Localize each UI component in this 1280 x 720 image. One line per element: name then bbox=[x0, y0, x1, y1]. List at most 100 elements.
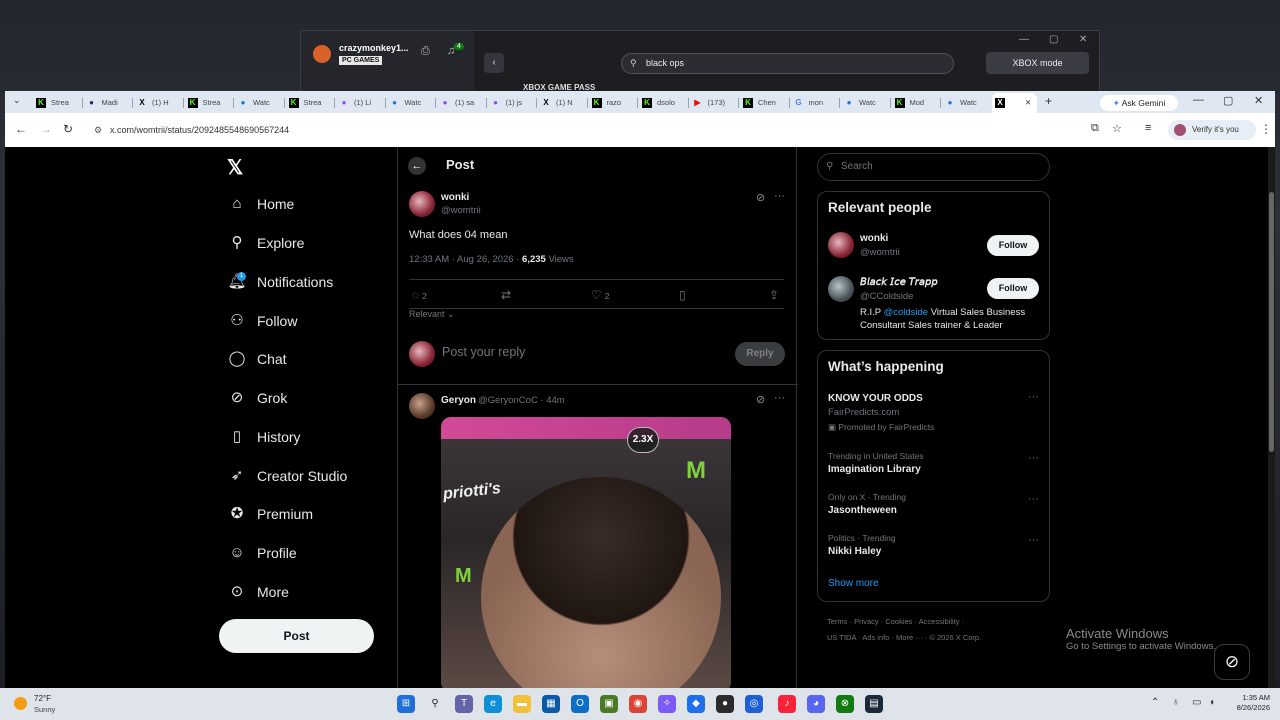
bookmark-icon[interactable]: ▯ bbox=[679, 288, 686, 302]
like-action[interactable]: ♡ 2 bbox=[591, 288, 610, 302]
footer-links[interactable]: Terms · Privacy · Cookies · Accessibilit… bbox=[827, 617, 964, 626]
more-options-icon[interactable]: ··· bbox=[1028, 391, 1039, 403]
scrollbar-thumb[interactable] bbox=[1269, 192, 1274, 452]
store-icon[interactable]: ▦ bbox=[542, 695, 560, 713]
tab-active[interactable]: X ✕ bbox=[992, 93, 1037, 113]
music-icon[interactable]: ♪ bbox=[778, 695, 796, 713]
reply-author-name[interactable]: Geryon bbox=[441, 395, 476, 406]
sidebar-search-input[interactable]: ⚲ Search bbox=[817, 153, 1050, 181]
forward-icon[interactable]: → bbox=[40, 122, 52, 136]
grok-chat-button[interactable]: ⊘ bbox=[1214, 644, 1250, 680]
cast-icon[interactable]: ⧉ bbox=[1091, 122, 1099, 135]
weather-temp[interactable]: 72°F bbox=[34, 694, 51, 703]
follow-button[interactable]: Follow bbox=[987, 278, 1039, 299]
maximize-icon[interactable]: ▢ bbox=[1223, 94, 1233, 107]
person-name[interactable]: 𝘉𝘭𝘢𝘤𝘬 𝘐𝘤𝘦 𝘛𝘳𝘢𝘱𝘱 bbox=[860, 277, 938, 288]
nav-item-follow[interactable]: ⚇ Follow bbox=[227, 308, 297, 334]
reply-action[interactable]: ◌ 2 bbox=[412, 288, 427, 302]
reply-media[interactable]: priotti's M M 2.3X bbox=[441, 417, 731, 688]
trend-topic[interactable]: Nikki Haley bbox=[828, 546, 881, 557]
teams-icon[interactable]: T bbox=[455, 695, 473, 713]
controller-icon[interactable]: ⎙ bbox=[421, 45, 430, 58]
xbox-mode-button[interactable]: XBOX mode bbox=[986, 52, 1089, 74]
site-info-icon[interactable]: ⚙ bbox=[94, 119, 102, 141]
xbox-icon[interactable]: ⊗ bbox=[836, 695, 854, 713]
minimize-icon[interactable]: — bbox=[1019, 34, 1029, 45]
network-icon[interactable]: ▭ bbox=[1192, 697, 1201, 708]
bookmark-star-icon[interactable]: ☆ bbox=[1112, 122, 1122, 135]
tab[interactable]: ● (1) sa bbox=[437, 93, 484, 113]
tab[interactable]: ● (1) Li bbox=[336, 93, 383, 113]
author-avatar[interactable] bbox=[409, 191, 435, 217]
verify-profile-button[interactable]: Verify it's you bbox=[1168, 120, 1256, 140]
x-logo-icon[interactable]: 𝕏 bbox=[227, 155, 243, 180]
back-icon[interactable]: ← bbox=[15, 122, 27, 136]
tab[interactable]: K Mod bbox=[892, 93, 939, 113]
tab[interactable]: X (1) H bbox=[134, 93, 181, 113]
nav-item-more[interactable]: ⊙ More bbox=[227, 579, 289, 605]
xbox-search-input[interactable]: ⚲ black ops bbox=[621, 53, 954, 74]
more-options-icon[interactable]: ··· bbox=[1028, 452, 1039, 464]
app-icon[interactable]: ◆ bbox=[687, 695, 705, 713]
reply-author-avatar[interactable] bbox=[409, 393, 435, 419]
grok-icon[interactable]: ⊘ bbox=[756, 393, 765, 406]
person-avatar[interactable] bbox=[828, 232, 854, 258]
sun-icon[interactable] bbox=[14, 697, 27, 710]
game-icon[interactable]: ▣ bbox=[600, 695, 618, 713]
reply-sort-dropdown[interactable]: Relevant ⌄ bbox=[409, 309, 455, 320]
minimize-icon[interactable]: — bbox=[1193, 94, 1204, 106]
footer-links-2[interactable]: US TIDA · Ads info · More ··· · © 2026 X… bbox=[827, 633, 981, 642]
tab[interactable]: K Strea bbox=[33, 93, 80, 113]
ask-gemini-button[interactable]: ✦ Ask Gemini bbox=[1100, 95, 1178, 111]
nav-item-grok[interactable]: ⊘ Grok bbox=[227, 385, 288, 411]
edge-icon[interactable]: e bbox=[484, 695, 502, 713]
person-name[interactable]: wonki bbox=[860, 233, 888, 244]
scrollbar[interactable] bbox=[1268, 147, 1275, 688]
maximize-icon[interactable]: ▢ bbox=[1049, 34, 1058, 45]
nav-item-profile[interactable]: ☺ Profile bbox=[227, 540, 296, 566]
tab[interactable]: ● Madi bbox=[84, 93, 131, 113]
bio-link[interactable]: @coldside bbox=[884, 307, 929, 318]
more-options-icon[interactable]: ··· bbox=[1028, 493, 1039, 505]
tab[interactable]: ● Watc bbox=[942, 93, 989, 113]
post-button[interactable]: Post bbox=[219, 619, 374, 653]
ad-title[interactable]: KNOW YOUR ODDS bbox=[828, 393, 923, 404]
grok-icon[interactable]: ⊘ bbox=[756, 191, 765, 204]
clock[interactable]: 1:35 AM 8/26/2026 bbox=[1225, 693, 1270, 713]
more-options-icon[interactable]: ··· bbox=[1028, 534, 1039, 546]
chrome-icon[interactable]: ◉ bbox=[629, 695, 647, 713]
author-handle[interactable]: @womtrii bbox=[441, 205, 481, 216]
menu-icon[interactable]: ⋮ bbox=[1260, 122, 1272, 136]
address-bar[interactable]: ⚙ x.com/womtrii/status/20924855486905672… bbox=[87, 119, 1087, 141]
more-options-icon[interactable]: ··· bbox=[774, 392, 785, 404]
share-icon[interactable]: ⇪ bbox=[769, 288, 779, 302]
reply-button[interactable]: Reply bbox=[735, 342, 785, 366]
trend-topic[interactable]: Imagination Library bbox=[828, 464, 921, 475]
app-icon[interactable]: ◎ bbox=[745, 695, 763, 713]
tab[interactable]: K Chen bbox=[740, 93, 787, 113]
tab[interactable]: K Strea bbox=[286, 93, 333, 113]
new-tab-icon[interactable]: + bbox=[1045, 94, 1052, 108]
volume-icon[interactable]: ◖ bbox=[1209, 697, 1215, 708]
repost-icon[interactable]: ⇄ bbox=[501, 288, 511, 302]
show-more-link[interactable]: Show more bbox=[828, 578, 879, 589]
tab[interactable]: Gmon bbox=[791, 93, 838, 113]
reload-icon[interactable]: ↻ bbox=[63, 122, 73, 136]
tab-search-icon[interactable]: ⌄ bbox=[13, 95, 21, 106]
nav-item-creator-studio[interactable]: ➶ Creator Studio bbox=[227, 463, 348, 489]
app-icon[interactable]: ● bbox=[716, 695, 734, 713]
reply-input[interactable]: Post your reply bbox=[442, 345, 525, 359]
reply-author-handle[interactable]: @GeryonCoC · 44m bbox=[478, 395, 565, 406]
close-window-icon[interactable]: ✕ bbox=[1254, 94, 1263, 107]
tab[interactable]: ● Watc bbox=[841, 93, 888, 113]
tab[interactable]: ● (1) js bbox=[488, 93, 535, 113]
tab[interactable]: ● Watc bbox=[387, 93, 434, 113]
nav-item-premium[interactable]: ✪ Premium bbox=[227, 501, 313, 527]
outlook-icon[interactable]: O bbox=[571, 695, 589, 713]
xbox-back-button[interactable]: ‹ bbox=[484, 53, 504, 73]
discord-icon[interactable]: ◕ bbox=[807, 695, 825, 713]
nav-item-history[interactable]: ▯ History bbox=[227, 424, 301, 450]
tab[interactable]: Krazo bbox=[589, 93, 636, 113]
nav-item-chat[interactable]: ◯ Chat bbox=[227, 346, 287, 372]
back-arrow-icon[interactable]: ← bbox=[408, 157, 426, 175]
